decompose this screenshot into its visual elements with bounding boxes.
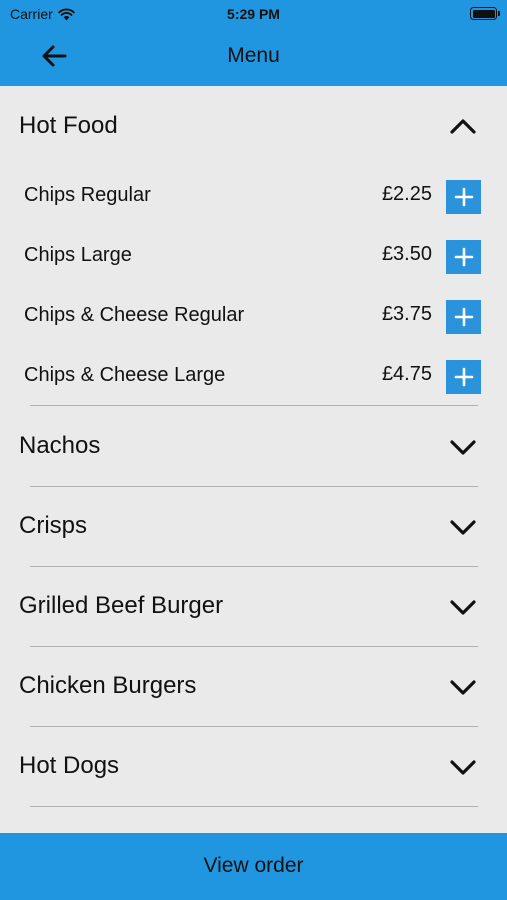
item-price: £4.75: [381, 363, 432, 385]
chevron-down-icon: [450, 440, 476, 455]
page-title: Menu: [227, 44, 280, 67]
section-header-hot-dogs[interactable]: Hot Dogs: [0, 726, 507, 806]
item-price: £2.25: [381, 183, 432, 205]
section-header-hot-food[interactable]: Hot Food: [0, 86, 507, 166]
view-order-label: View order: [203, 854, 304, 877]
item-name: Chips Regular: [24, 184, 151, 206]
section-title: Hot Dogs: [19, 752, 120, 779]
status-bar: Carrier 5:29 PM: [0, 0, 507, 28]
list-item: Chips & Cheese Regular £3.75: [0, 286, 507, 346]
list-item: Chips & Cheese Large £4.75: [0, 346, 507, 406]
add-item-button[interactable]: [446, 300, 481, 334]
menu-list: Hot Food Chips Regular £2.25 Chips Large…: [0, 86, 507, 833]
add-item-button[interactable]: [446, 180, 481, 214]
plus-icon: [454, 307, 473, 327]
plus-icon: [454, 187, 473, 207]
battery-icon: [470, 7, 500, 20]
add-item-button[interactable]: [446, 360, 481, 394]
item-name: Chips & Cheese Large: [24, 364, 226, 386]
status-time: 5:29 PM: [227, 6, 280, 22]
section-header-chicken-burgers[interactable]: Chicken Burgers: [0, 646, 507, 726]
navigation-bar: Menu: [0, 28, 507, 86]
chevron-down-icon: [450, 600, 476, 615]
section-header-grilled-beef-burger[interactable]: Grilled Beef Burger: [0, 566, 507, 646]
plus-icon: [454, 247, 473, 267]
section-title: Chicken Burgers: [19, 672, 197, 699]
item-name: Chips & Cheese Regular: [24, 304, 245, 326]
chevron-down-icon: [450, 760, 476, 775]
chevron-down-icon: [450, 680, 476, 695]
section-title: Hot Food: [19, 112, 118, 139]
list-item: Chips Regular £2.25: [0, 166, 507, 226]
plus-icon: [454, 367, 473, 387]
section-header-crisps[interactable]: Crisps: [0, 486, 507, 566]
list-item: Chips Large £3.50: [0, 226, 507, 286]
item-price: £3.75: [381, 303, 432, 325]
section-title: Nachos: [19, 432, 101, 459]
section-divider: [30, 806, 478, 807]
chevron-down-icon: [450, 520, 476, 535]
top-bar: Carrier 5:29 PM Menu: [0, 0, 507, 86]
chevron-up-icon: [450, 119, 476, 134]
view-order-button[interactable]: View order: [0, 833, 507, 900]
item-name: Chips Large: [24, 244, 132, 266]
section-header-nachos[interactable]: Nachos: [0, 406, 507, 486]
item-price: £3.50: [381, 243, 432, 265]
section-title: Grilled Beef Burger: [19, 592, 224, 619]
add-item-button[interactable]: [446, 240, 481, 274]
section-title: Crisps: [19, 512, 88, 539]
